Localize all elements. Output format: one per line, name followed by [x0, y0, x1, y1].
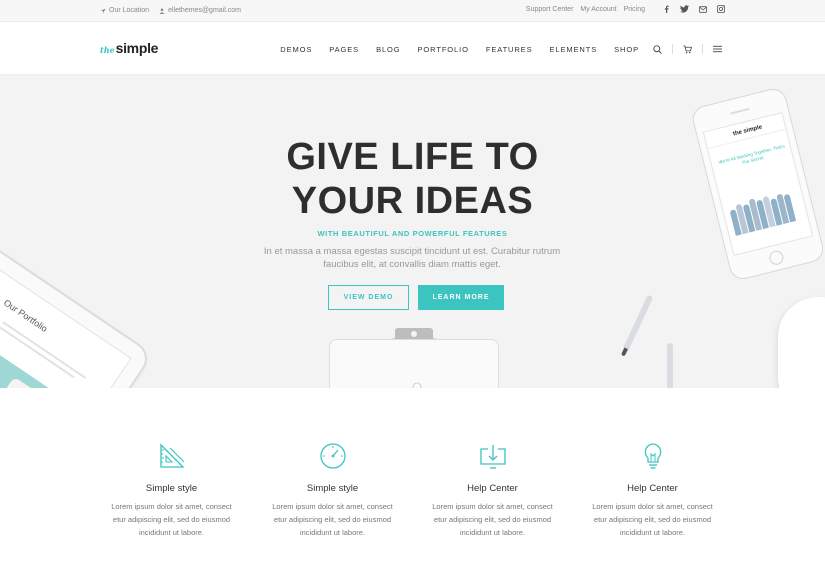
clipboard-image [329, 339, 499, 388]
feature-item: Simple style Lorem ipsum dolor sit amet,… [104, 440, 239, 539]
site-logo[interactable]: the simple [100, 40, 158, 56]
location-label: Our Location [109, 7, 150, 14]
speedometer-icon [319, 443, 346, 469]
ruler-triangle-icon [159, 443, 185, 468]
pen-decoration [620, 294, 654, 357]
feature-text: Lorem ipsum dolor sit amet, consect etur… [111, 502, 232, 537]
features-section: Simple style Lorem ipsum dolor sit amet,… [0, 388, 825, 567]
hero-title-line2: YOUR IDEAS [291, 180, 534, 222]
twitter-icon[interactable] [680, 5, 689, 13]
cart-icon[interactable] [683, 44, 692, 54]
nav-item-demos[interactable]: DEMOS [280, 45, 312, 54]
feature-item: Simple style Lorem ipsum dolor sit amet,… [265, 440, 400, 539]
pricing-link[interactable]: Pricing [624, 6, 645, 13]
logo-prefix: the [100, 45, 115, 55]
feature-title: Simple style [145, 483, 198, 494]
feature-title: Simple style [306, 483, 359, 494]
view-demo-button[interactable]: VIEW DEMO [328, 285, 409, 310]
nav-item-blog[interactable]: BLOG [376, 45, 400, 54]
tablet-portfolio-title: Our Portfolio [1, 297, 50, 334]
hero-title-line1: GIVE LIFE TO [286, 136, 539, 178]
learn-more-button[interactable]: LEARN MORE [418, 285, 504, 310]
feature-item: Help Center Lorem ipsum dolor sit amet, … [585, 440, 720, 539]
feature-title: Help Center [627, 483, 678, 494]
main-nav: DEMOS PAGES BLOG PORTFOLIO FEATURES ELEM… [280, 44, 722, 54]
email-link[interactable]: ellethemes@gmail.com [159, 7, 241, 14]
hero-description: In et massa a massa egestas suscipit tin… [263, 246, 561, 270]
hero-subtitle: WITH BEAUTIFUL AND POWERFUL FEATURES [317, 229, 508, 238]
main-header: the simple DEMOS PAGES BLOG PORTFOLIO FE… [0, 22, 825, 75]
mail-icon[interactable] [699, 5, 707, 13]
nav-divider [672, 44, 673, 54]
location-arrow-icon [100, 8, 106, 13]
user-icon [159, 7, 165, 14]
search-icon[interactable] [653, 44, 662, 54]
support-center-link[interactable]: Support Center [526, 6, 573, 13]
hero-title: GIVE LIFE TO YOUR IDEAS [0, 135, 825, 223]
email-label: ellethemes@gmail.com [168, 7, 241, 14]
feature-text: Lorem ipsum dolor sit amet, consect etur… [432, 502, 553, 537]
download-tray-icon [479, 445, 506, 469]
facebook-icon[interactable] [663, 5, 670, 13]
mouse-decoration [778, 297, 825, 388]
nav-item-elements[interactable]: ELEMENTS [550, 45, 598, 54]
location-link[interactable]: Our Location [100, 7, 149, 14]
logo-name: simple [115, 40, 159, 56]
feature-text: Lorem ipsum dolor sit amet, consect etur… [592, 502, 713, 537]
instagram-icon[interactable] [717, 5, 725, 13]
top-bar: Our Location ellethemes@gmail.com Suppor… [0, 0, 825, 22]
lightbulb-icon [644, 443, 661, 469]
hero-section: Our Portfolio the simple We're All Worki… [0, 75, 825, 388]
nav-item-features[interactable]: FEATURES [486, 45, 533, 54]
feature-item: Help Center Lorem ipsum dolor sit amet, … [425, 440, 560, 539]
nav-item-pages[interactable]: PAGES [329, 45, 359, 54]
feature-title: Help Center [467, 483, 518, 494]
pen-decoration [667, 343, 673, 388]
feature-text: Lorem ipsum dolor sit amet, consect etur… [272, 502, 393, 537]
nav-item-shop[interactable]: SHOP [614, 45, 639, 54]
my-account-link[interactable]: My Account [580, 6, 616, 13]
nav-divider [702, 44, 703, 54]
hamburger-menu-icon[interactable] [713, 45, 722, 53]
nav-item-portfolio[interactable]: PORTFOLIO [418, 45, 469, 54]
